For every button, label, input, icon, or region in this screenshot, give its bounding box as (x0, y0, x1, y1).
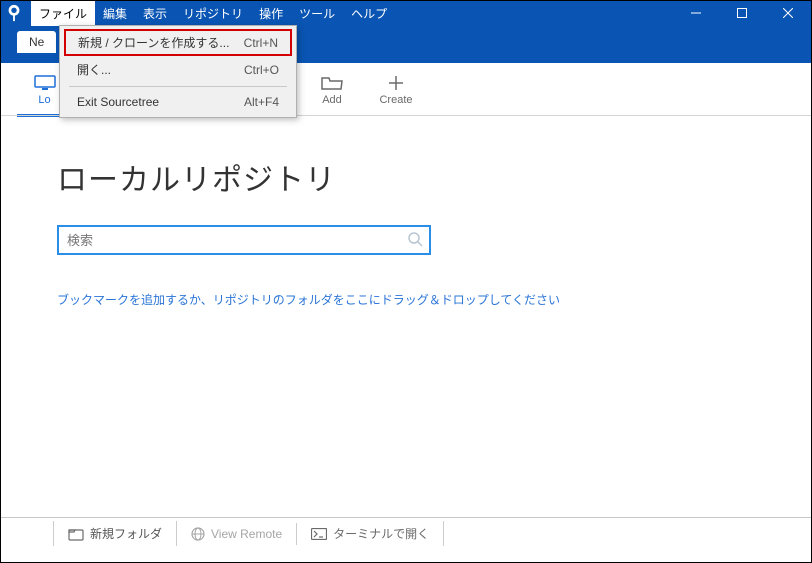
search-icon (407, 231, 423, 250)
toolbar-create-label: Create (379, 94, 412, 106)
window-controls (673, 1, 811, 25)
menu-item-label: 新規 / クローンを作成する... (78, 34, 229, 51)
status-view-remote[interactable]: View Remote (177, 523, 297, 545)
toolbar-add-label: Add (322, 94, 342, 106)
tabbar: Ne (17, 31, 56, 53)
status-new-folder[interactable]: 新規フォルダ (53, 521, 177, 546)
toolbar-add-button[interactable]: Add (300, 68, 364, 113)
minimize-button[interactable] (673, 1, 719, 25)
status-terminal[interactable]: ターミナルで開く (297, 521, 444, 546)
menu-file[interactable]: ファイル (31, 1, 95, 26)
menu-help[interactable]: ヘルプ (343, 1, 395, 26)
toolbar-create-button[interactable]: Create (364, 68, 428, 113)
app-icon (3, 2, 25, 24)
menu-item-shortcut: Ctrl+O (244, 63, 279, 77)
plus-icon (387, 75, 405, 91)
menu-repository[interactable]: リポジトリ (175, 1, 251, 26)
menu-item-shortcut: Ctrl+N (244, 36, 278, 50)
close-button[interactable] (765, 1, 811, 25)
tab-new[interactable]: Ne (17, 31, 56, 53)
menu-action[interactable]: 操作 (251, 1, 291, 26)
menu-view[interactable]: 表示 (135, 1, 175, 26)
search-input[interactable] (57, 225, 431, 255)
status-label: ターミナルで開く (333, 525, 429, 542)
toolbar-local-label: Lo (38, 94, 50, 106)
terminal-icon (311, 528, 327, 540)
search-box (57, 225, 755, 255)
file-menu-dropdown: 新規 / クローンを作成する... Ctrl+N 開く... Ctrl+O Ex… (59, 25, 297, 118)
menu-item-label: 開く... (77, 61, 111, 78)
main-area: ローカルリポジトリ ブックマークを追加するか、リポジトリのフォルダをここにドラッ… (1, 141, 811, 516)
page-title: ローカルリポジトリ (57, 155, 755, 199)
menu-tools[interactable]: ツール (291, 1, 343, 26)
status-label: 新規フォルダ (90, 525, 162, 542)
monitor-icon (34, 75, 56, 91)
menu-item-open[interactable]: 開く... Ctrl+O (63, 56, 293, 83)
maximize-button[interactable] (719, 1, 765, 25)
globe-icon (191, 527, 205, 541)
menu-item-label: Exit Sourcetree (77, 95, 159, 109)
folder-plus-icon (68, 527, 84, 541)
status-label: View Remote (211, 527, 282, 541)
menu-item-exit[interactable]: Exit Sourcetree Alt+F4 (63, 90, 293, 114)
menu-edit[interactable]: 編集 (95, 1, 135, 26)
menu-separator (69, 86, 287, 87)
tab-new-label: Ne (29, 35, 44, 49)
menu-item-new-clone[interactable]: 新規 / クローンを作成する... Ctrl+N (64, 29, 292, 56)
folder-open-icon (321, 75, 343, 91)
menu-item-shortcut: Alt+F4 (244, 95, 279, 109)
hint-text: ブックマークを追加するか、リポジトリのフォルダをここにドラッグ＆ドロップしてくだ… (57, 291, 755, 308)
statusbar: 新規フォルダ View Remote ターミナルで開く (1, 517, 811, 549)
